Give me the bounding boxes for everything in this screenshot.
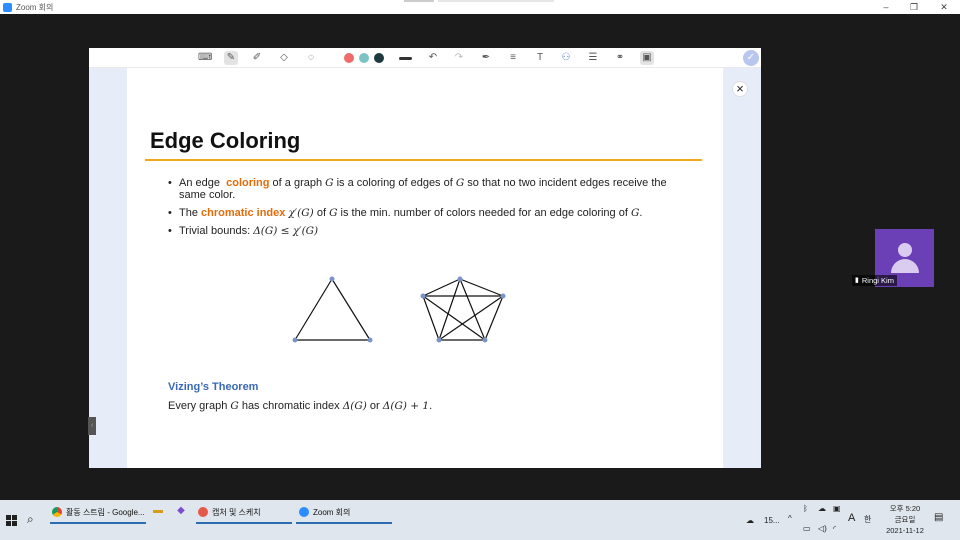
notification-icon[interactable]: ▤ bbox=[934, 512, 943, 523]
ime-lang[interactable]: 한 bbox=[864, 514, 871, 525]
shape-icon[interactable]: ⚇ bbox=[560, 52, 572, 64]
snip-sketch-icon bbox=[198, 507, 208, 517]
ime-mode[interactable]: A bbox=[848, 512, 855, 524]
redo-icon[interactable]: ↷ bbox=[453, 52, 465, 64]
participant-name-label: ▮ Ringi Kim bbox=[852, 275, 897, 286]
lasso-icon[interactable]: ◌ bbox=[305, 52, 317, 64]
bluetooth-icon[interactable]: ᛒ bbox=[803, 504, 808, 513]
taskbar-zoom[interactable]: Zoom 회의 bbox=[299, 503, 350, 521]
signal-icon: ▮ bbox=[855, 277, 859, 284]
wifi-icon[interactable]: ◜ bbox=[833, 524, 836, 533]
close-slide-button[interactable]: × bbox=[732, 81, 748, 97]
color-red-swatch[interactable] bbox=[344, 53, 354, 63]
window-title: Zoom 회의 bbox=[16, 2, 54, 12]
panel-handle[interactable]: ‹ bbox=[88, 417, 96, 435]
zoom-app-icon bbox=[3, 2, 12, 12]
text-align-icon[interactable]: ≡ bbox=[507, 52, 519, 64]
shared-screen: ⌨ ✎ ✐ ◇ ◌ ↶ ↷ ✒ ≡ T ⚇ ☰ ⚭ ▣ ✓ × Edge Col… bbox=[89, 48, 761, 468]
text-icon[interactable]: T bbox=[534, 52, 546, 64]
taskbar-snip-sketch[interactable]: 캡처 및 스케치 bbox=[198, 503, 261, 521]
slide-margin-right bbox=[723, 68, 761, 468]
page-icon[interactable]: ☰ bbox=[587, 52, 599, 64]
color-dark-swatch[interactable] bbox=[374, 53, 384, 63]
clock[interactable]: 오후 5:20 금요일 2021-11-12 bbox=[884, 503, 926, 536]
chrome-icon bbox=[52, 507, 62, 517]
bullet-chromatic-index: The chromatic index χ′(G) of G is the mi… bbox=[167, 207, 687, 219]
graph-illustrations bbox=[292, 276, 506, 343]
bullet-coloring: An edge coloring of a graph G is a color… bbox=[167, 177, 687, 201]
format-icon[interactable]: ✒ bbox=[480, 52, 492, 64]
pen-icon[interactable]: ✎ bbox=[224, 51, 238, 65]
zoom-icon bbox=[299, 507, 309, 517]
avatar bbox=[898, 243, 912, 257]
file-explorer-icon[interactable]: ▬ bbox=[152, 505, 164, 517]
slide-title: Edge Coloring bbox=[150, 128, 301, 153]
weather-text[interactable]: 15... bbox=[764, 516, 780, 525]
display-icon[interactable]: ▣ bbox=[833, 504, 841, 513]
slide-margin-left bbox=[89, 68, 127, 468]
taskbar-chrome[interactable]: 활동 스트림 - Google... bbox=[52, 503, 145, 521]
triangle-graph bbox=[294, 278, 371, 341]
battery-icon[interactable]: ▭ bbox=[803, 524, 811, 533]
link-icon[interactable]: ⚭ bbox=[614, 52, 626, 64]
color-teal-swatch[interactable] bbox=[359, 53, 369, 63]
window-title-bar: Zoom 회의 – ❐ ✕ bbox=[0, 0, 960, 14]
annotation-toolbar: ⌨ ✎ ✐ ◇ ◌ ↶ ↷ ✒ ≡ T ⚇ ☰ ⚭ ▣ ✓ bbox=[89, 48, 761, 68]
highlighter-icon[interactable]: ✐ bbox=[251, 52, 263, 64]
line-width-icon[interactable] bbox=[399, 57, 412, 60]
minimize-button[interactable]: – bbox=[872, 0, 900, 14]
volume-icon[interactable]: ◁) bbox=[818, 524, 827, 533]
share-indicator[interactable] bbox=[404, 0, 554, 4]
eraser-icon[interactable]: ◇ bbox=[278, 52, 290, 64]
search-icon[interactable]: ⌕ bbox=[27, 512, 34, 527]
settings-icon[interactable]: ▣ bbox=[640, 51, 654, 65]
visual-studio-icon[interactable]: ◆ bbox=[175, 505, 187, 517]
undo-icon[interactable]: ↶ bbox=[427, 52, 439, 64]
keyboard-icon[interactable]: ⌨ bbox=[198, 52, 212, 64]
start-icon[interactable] bbox=[6, 515, 17, 526]
theorem-title: Vizing’s Theorem bbox=[168, 381, 259, 393]
chevron-up-icon[interactable]: ^ bbox=[788, 514, 792, 523]
bullet-list: An edge coloring of a graph G is a color… bbox=[167, 177, 687, 243]
taskbar: ⌕ 활동 스트림 - Google... ▬ ◆ 캡처 및 스케치 Zoom 회… bbox=[0, 500, 960, 540]
bullet-trivial-bounds: Trivial bounds: Δ(G) ≤ χ′(G) bbox=[167, 225, 687, 237]
collapse-toolbar-icon[interactable]: ✓ bbox=[743, 50, 759, 66]
title-underline bbox=[145, 159, 702, 161]
k5-graph bbox=[422, 278, 504, 341]
close-window-button[interactable]: ✕ bbox=[930, 0, 958, 14]
weather-icon[interactable]: ☁ bbox=[746, 516, 754, 525]
theorem-statement: Every graph G has chromatic index Δ(G) o… bbox=[168, 400, 433, 412]
restore-button[interactable]: ❐ bbox=[900, 0, 928, 14]
cloud-icon[interactable]: ☁ bbox=[818, 504, 826, 513]
